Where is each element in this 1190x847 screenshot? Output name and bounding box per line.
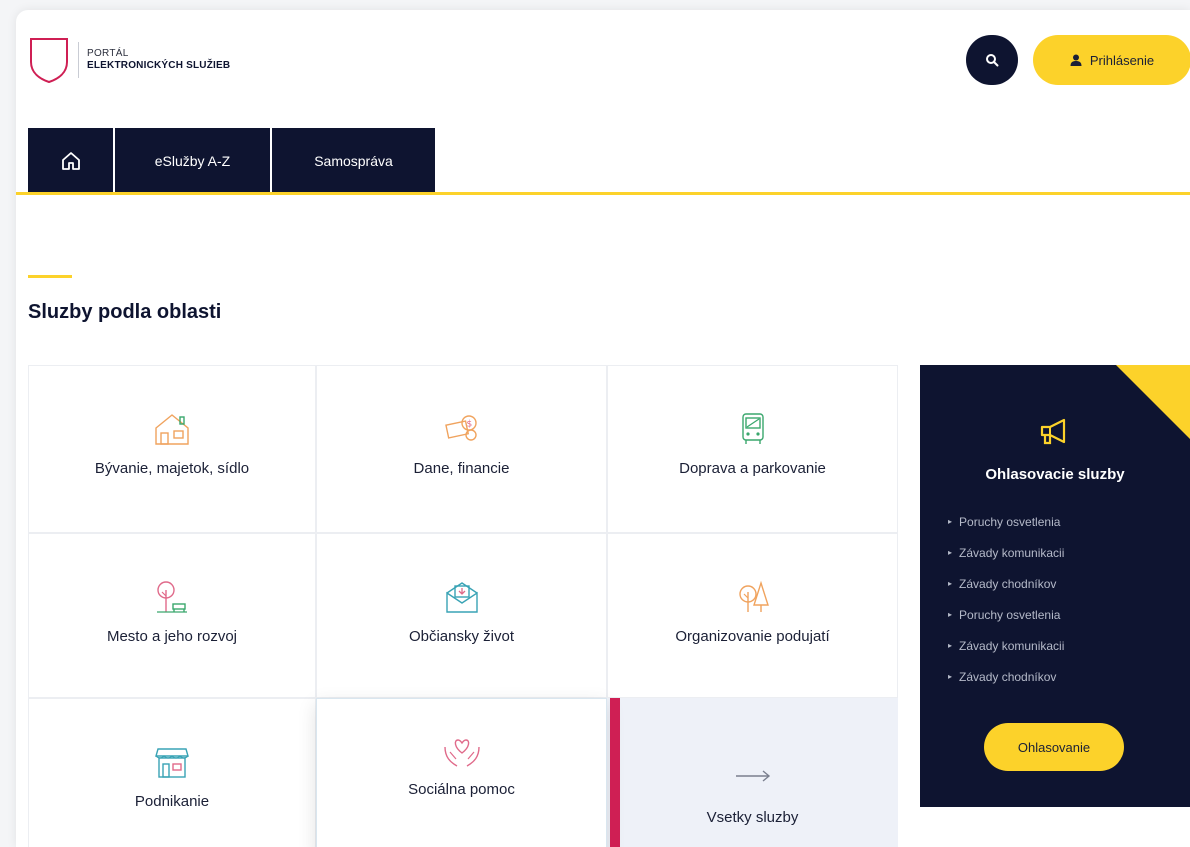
logo-line1: PORTÁL xyxy=(87,48,129,59)
panel-list-item[interactable]: ▸ Závady chodníkov xyxy=(948,670,1064,701)
panel-list-item-label: Poruchy osvetlenia xyxy=(959,608,1061,622)
shop-icon xyxy=(155,748,189,778)
triangle-bullet-icon: ▸ xyxy=(948,579,953,588)
login-button[interactable]: Prihlásenie xyxy=(1033,35,1190,85)
nav-self-government[interactable]: Samospráva xyxy=(272,128,435,193)
reporting-panel: Ohlasovacie sluzby ▸ Poruchy osvetlenia ▸… xyxy=(920,365,1190,807)
panel-list-item[interactable]: ▸ Závady komunikacii xyxy=(948,546,1064,577)
panel-list-item[interactable]: ▸ Závady komunikacii xyxy=(948,639,1064,670)
category-label: Organizovanie podujatí xyxy=(675,628,830,645)
shield-logo-icon xyxy=(30,38,68,84)
panel-list-item[interactable]: ▸ Poruchy osvetlenia xyxy=(948,515,1064,546)
social-accent-bar xyxy=(610,698,620,847)
search-icon xyxy=(986,54,999,67)
category-label: Vsetky sluzby xyxy=(706,809,799,826)
panel-list: ▸ Poruchy osvetlenia ▸ Závady komunikacii … xyxy=(948,515,1064,701)
money-icon: $ xyxy=(444,415,477,441)
triangle-bullet-icon: ▸ xyxy=(948,641,953,650)
category-label: Mesto a jeho rozvoj xyxy=(106,628,238,645)
nav-eservices-az[interactable]: eSlužby A-Z xyxy=(115,128,270,193)
page: PORTÁL ELEKTRONICKÝCH SLUŽIEB Prihláseni… xyxy=(16,10,1190,847)
home-icon xyxy=(61,151,80,170)
category-label: Občiansky život xyxy=(408,628,515,645)
panel-title: Ohlasovacie sluzby xyxy=(985,466,1125,483)
panel-list-item[interactable]: ▸ Závady chodníkov xyxy=(948,577,1064,608)
all-services-tile[interactable]: Vsetky sluzby xyxy=(607,698,898,847)
logo-divider xyxy=(78,42,79,78)
category-label: Doprava a parkovanie xyxy=(679,460,826,477)
nav-home[interactable] xyxy=(28,128,113,193)
svg-text:$: $ xyxy=(466,420,472,430)
panel-list-item[interactable]: ▸ Poruchy osvetlenia xyxy=(948,608,1064,639)
user-icon xyxy=(1070,54,1082,66)
triangle-bullet-icon: ▸ xyxy=(948,517,953,526)
tree-bench-icon xyxy=(157,581,187,613)
logo-text: PORTÁL ELEKTRONICKÝCH SLUŽIEB xyxy=(87,48,230,72)
bus-icon xyxy=(741,413,764,444)
login-label: Prihlásenie xyxy=(1089,52,1155,68)
category-tile-business[interactable]: Podnikanie xyxy=(28,698,316,847)
triangle-bullet-icon: ▸ xyxy=(948,672,953,681)
category-tile-city[interactable]: Mesto a jeho rozvoj xyxy=(28,533,316,698)
report-button[interactable]: Ohlasovanie xyxy=(984,723,1124,771)
heart-hands-icon xyxy=(443,739,480,767)
category-label: Podnikanie xyxy=(134,793,210,810)
category-tile-taxes[interactable]: $ Dane, financie xyxy=(316,365,607,533)
megaphone-icon xyxy=(1040,418,1066,445)
panel-list-item-label: Závady chodníkov xyxy=(959,670,1057,684)
mail-icon xyxy=(445,582,478,613)
panel-list-item-label: Závady komunikacii xyxy=(959,546,1065,560)
nav-underline xyxy=(16,192,1190,195)
arrow-right-icon xyxy=(735,770,770,782)
logo-line2: ELEKTRONICKÝCH SLUŽIEB xyxy=(87,60,231,71)
category-tile-civic[interactable]: Občiansky život xyxy=(316,533,607,698)
category-tile-social[interactable]: Sociálna pomoc xyxy=(316,698,607,847)
panel-list-item-label: Závady chodníkov xyxy=(959,577,1057,591)
category-tile-transport[interactable]: Doprava a parkovanie xyxy=(607,365,898,533)
category-label: Sociálna pomoc xyxy=(408,781,515,798)
house-icon xyxy=(155,414,189,445)
section-accent-bar xyxy=(28,275,72,278)
trees-icon xyxy=(738,580,769,612)
category-label: Bývanie, majetok, sídlo xyxy=(94,460,250,477)
panel-list-item-label: Závady komunikacii xyxy=(959,639,1065,653)
triangle-bullet-icon: ▸ xyxy=(948,610,953,619)
main-nav: eSlužby A-Z Samospráva xyxy=(28,128,435,193)
category-tile-housing[interactable]: Bývanie, majetok, sídlo xyxy=(28,365,316,533)
portal-logo[interactable]: PORTÁL ELEKTRONICKÝCH SLUŽIEB xyxy=(28,36,230,84)
panel-list-item-label: Poruchy osvetlenia xyxy=(959,515,1061,529)
triangle-bullet-icon: ▸ xyxy=(948,548,953,557)
category-tile-events[interactable]: Organizovanie podujatí xyxy=(607,533,898,698)
section-title: Sluzby podla oblasti xyxy=(28,301,222,323)
panel-icon-wrap xyxy=(920,417,1190,447)
category-label: Dane, financie xyxy=(413,460,510,477)
search-button[interactable] xyxy=(966,35,1018,85)
